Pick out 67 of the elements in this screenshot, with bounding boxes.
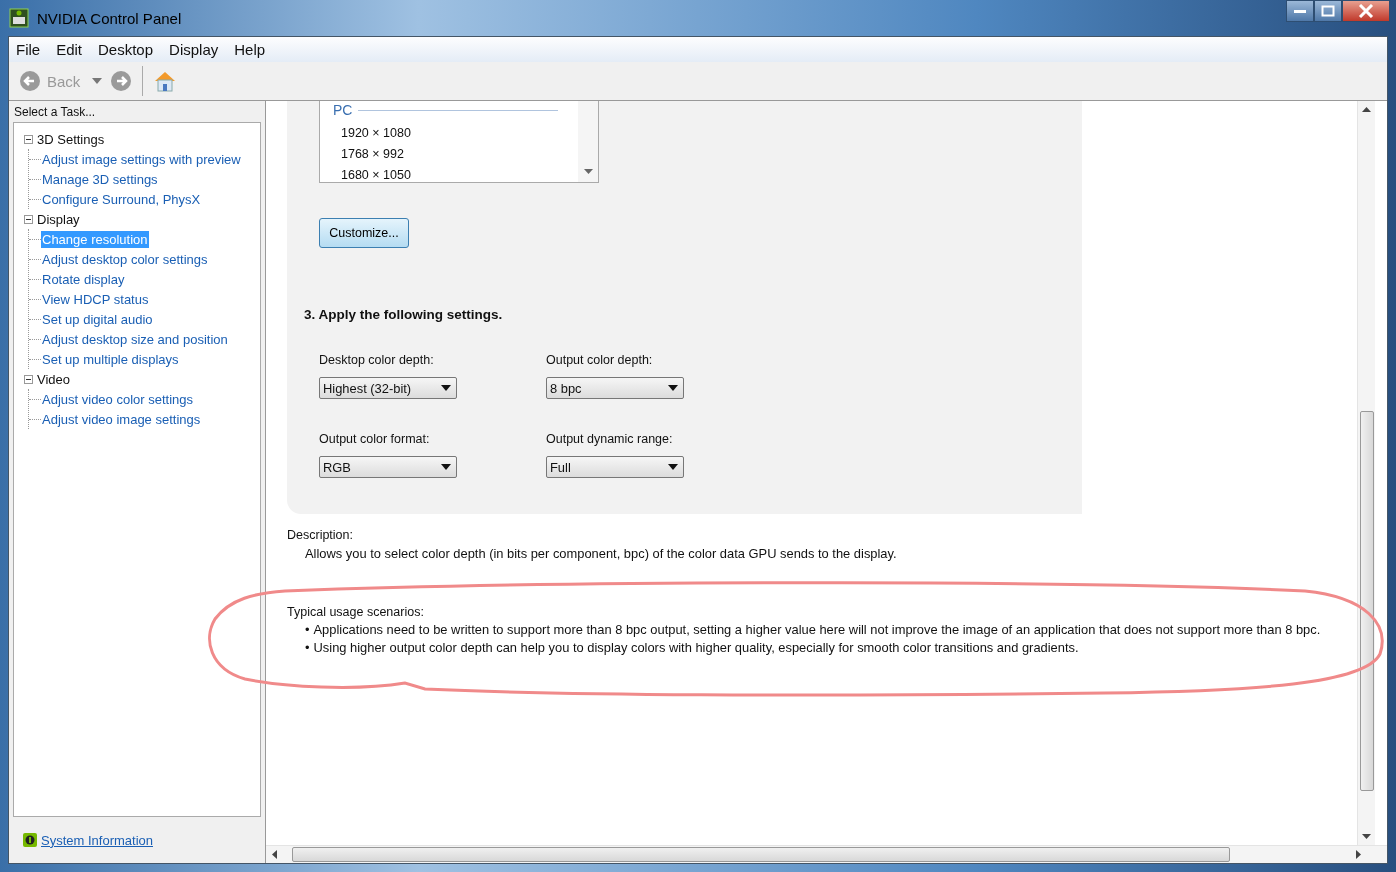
- collapse-toggle-icon[interactable]: [24, 134, 33, 144]
- usage-bullet: Applications need to be written to support more than 8 bpc output, setting a higher value here will not improve the image of an application that does not support more than 8 bpc.: [313, 622, 1321, 637]
- tree-item[interactable]: Set up multiple displays: [41, 350, 180, 368]
- setting-label: Output color format:: [319, 432, 431, 446]
- tree-item[interactable]: Manage 3D settings: [41, 170, 159, 188]
- scroll-right-icon[interactable]: [1356, 850, 1361, 859]
- bullet-marker: •: [305, 640, 310, 655]
- usage-bullet: Using higher output color depth can help you to display colors with higher quality, especially for smooth color transitions and gradients.: [313, 640, 1079, 655]
- caret-icon: [668, 385, 678, 391]
- menu-item[interactable]: Edit: [56, 41, 83, 58]
- caret-icon: [668, 464, 678, 470]
- collapse-toggle-icon[interactable]: [24, 214, 33, 224]
- system-information-link[interactable]: System Information: [41, 832, 153, 848]
- menu-item[interactable]: File: [16, 41, 41, 58]
- tree-item[interactable]: View HDCP status: [41, 290, 150, 308]
- bullet-marker: •: [305, 622, 310, 637]
- scroll-down-icon[interactable]: [583, 169, 593, 174]
- tree-item[interactable]: Rotate display: [41, 270, 126, 288]
- menu-item[interactable]: Display: [169, 41, 219, 58]
- forward-icon[interactable]: [110, 70, 133, 92]
- tree-group[interactable]: 3D Settings: [37, 131, 105, 147]
- app-icon: [9, 8, 29, 28]
- minimize-icon: [1293, 8, 1307, 14]
- caret-icon: [441, 385, 451, 391]
- tree-item[interactable]: Set up digital audio: [41, 310, 154, 328]
- tree-group[interactable]: Display: [37, 211, 80, 227]
- scroll-down-icon[interactable]: [1362, 834, 1371, 839]
- scroll-up-icon[interactable]: [1362, 107, 1371, 112]
- horizontal-scrollbar[interactable]: [266, 845, 1387, 863]
- dropdown[interactable]: 8 bpc: [546, 377, 684, 399]
- section-heading: 3. Apply the following settings.: [304, 307, 504, 322]
- description-text: Allows you to select color depth (in bits per component, bpc) of the color data GPU sends to the display.: [305, 546, 898, 561]
- menu-item[interactable]: Desktop: [98, 41, 154, 58]
- window-title: NVIDIA Control Panel: [37, 9, 182, 27]
- maximize-button[interactable]: [1314, 0, 1342, 22]
- tree-item[interactable]: Adjust desktop color settings: [41, 250, 209, 268]
- close-button[interactable]: [1342, 0, 1390, 22]
- tree-item[interactable]: Configure Surround, PhysX: [41, 190, 202, 208]
- tree-item[interactable]: Adjust desktop size and position: [41, 330, 229, 348]
- dropdown[interactable]: Full: [546, 456, 684, 478]
- scroll-left-icon[interactable]: [272, 850, 277, 859]
- customize-button[interactable]: Customize...: [319, 218, 409, 248]
- resolution-item[interactable]: 1768 × 992: [333, 140, 578, 161]
- setting-label: Output color depth:: [546, 353, 654, 367]
- tree-group[interactable]: Video: [37, 371, 70, 387]
- vertical-scrollbar[interactable]: [1357, 101, 1375, 845]
- tree-item[interactable]: Adjust image settings with preview: [41, 150, 242, 168]
- info-icon: [23, 833, 37, 847]
- dropdown[interactable]: Highest (32-bit): [319, 377, 457, 399]
- setting-label: Output dynamic range:: [546, 432, 674, 446]
- menu-item[interactable]: Help: [234, 41, 266, 58]
- usage-heading: Typical usage scenarios:: [287, 605, 425, 619]
- tree-item[interactable]: Adjust video image settings: [41, 410, 202, 428]
- close-icon: [1358, 4, 1374, 18]
- sidebar-heading: Select a Task...: [13, 104, 97, 121]
- list-group-header: PC: [333, 102, 353, 118]
- dropdown[interactable]: RGB: [319, 456, 457, 478]
- minimize-button[interactable]: [1286, 0, 1314, 22]
- resolution-item[interactable]: 1920 × 1080: [333, 119, 578, 140]
- resolution-item[interactable]: 1680 × 1050: [333, 161, 578, 182]
- setting-label: Desktop color depth:: [319, 353, 435, 367]
- caret-icon: [441, 464, 451, 470]
- maximize-icon: [1321, 5, 1335, 17]
- tree-item[interactable]: Adjust video color settings: [41, 390, 195, 408]
- description-heading: Description:: [287, 528, 354, 542]
- collapse-toggle-icon[interactable]: [24, 374, 33, 384]
- dropdown-caret-icon[interactable]: [92, 78, 103, 84]
